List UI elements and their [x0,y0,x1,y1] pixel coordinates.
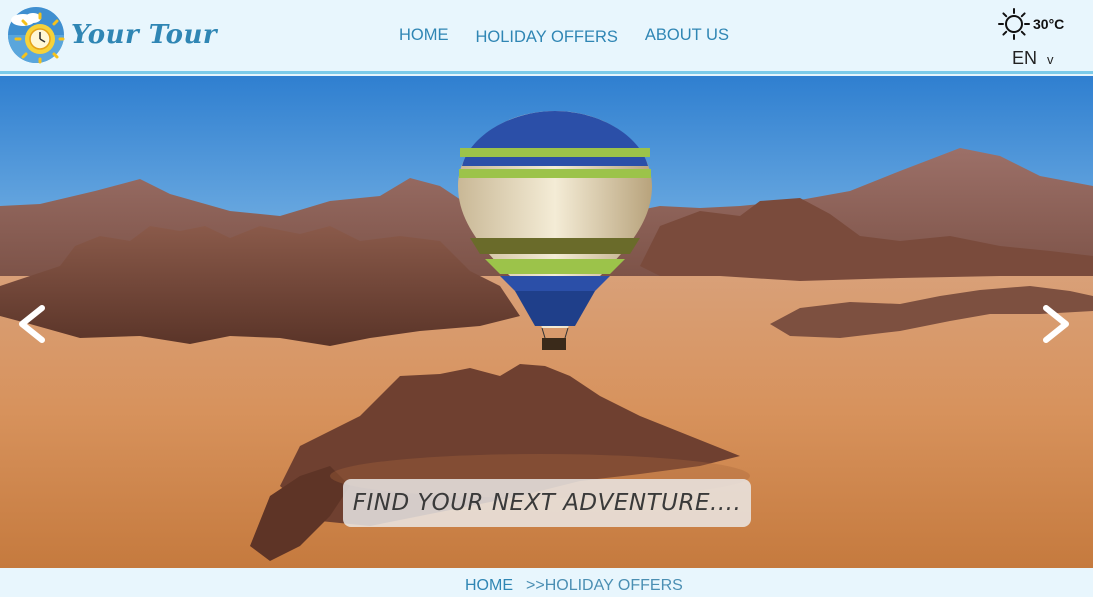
chevron-down-icon: v [1047,52,1054,67]
main-nav: HOME HOLIDAY OFFERS ABOUT US [399,26,729,47]
language-code: EN [1012,48,1038,68]
brand-logo[interactable]: Your Tour [7,6,217,64]
nav-home-link[interactable]: HOME [399,26,449,45]
breadcrumb-current: >>HOLIDAY OFFERS [526,577,683,594]
next-slide-button[interactable] [1040,304,1074,344]
nav-holiday-offers-link[interactable]: HOLIDAY OFFERS [476,28,618,47]
sun-icon [998,8,1030,40]
breadcrumb: HOME >>HOLIDAY OFFERS [0,568,1093,597]
chevron-right-icon [1043,305,1069,343]
brand-name: Your Tour [71,20,218,50]
nav-about-us-link[interactable]: ABOUT US [645,26,729,45]
site-header: Your Tour HOME HOLIDAY OFFERS ABOUT US 3… [0,0,1093,74]
hero-tagline: FIND YOUR NEXT ADVENTURE.... [343,479,751,527]
language-selector[interactable]: EN v [1012,48,1054,69]
hero-slider: FIND YOUR NEXT ADVENTURE.... [0,76,1093,568]
previous-slide-button[interactable] [14,304,48,344]
logo-sun-clock-icon [8,7,65,64]
breadcrumb-home-link[interactable]: HOME [465,577,513,595]
weather-widget: 30°C [998,8,1064,40]
chevron-left-icon [19,305,45,343]
temperature-label: 30°C [1033,16,1065,32]
